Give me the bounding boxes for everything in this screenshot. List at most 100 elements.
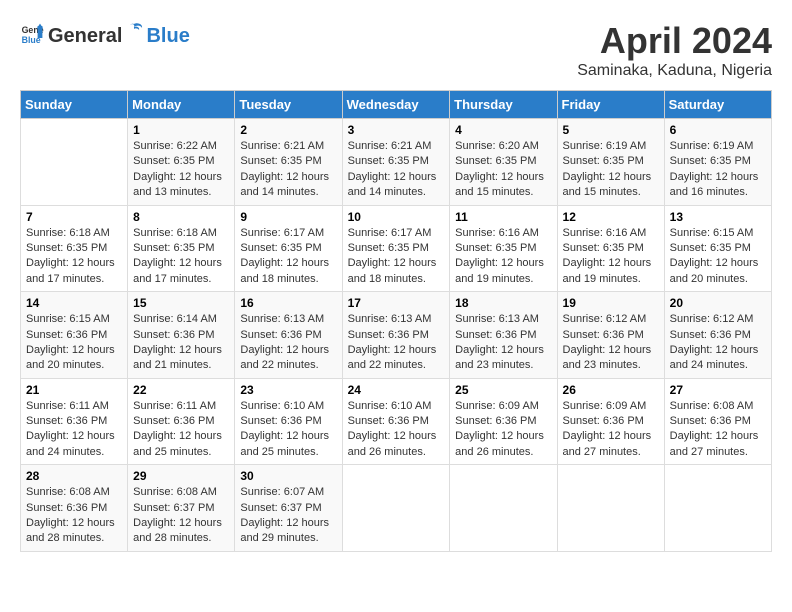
day-number: 4 xyxy=(455,123,551,137)
day-info: Sunrise: 6:15 AM Sunset: 6:36 PM Dayligh… xyxy=(26,312,122,374)
day-info: Sunrise: 6:19 AM Sunset: 6:35 PM Dayligh… xyxy=(563,139,659,201)
day-cell: 26 Sunrise: 6:09 AM Sunset: 6:36 PM Dayli… xyxy=(557,378,664,465)
day-cell: 30 Sunrise: 6:07 AM Sunset: 6:37 PM Dayli… xyxy=(235,465,342,552)
day-number: 14 xyxy=(26,296,122,310)
day-info: Sunrise: 6:07 AM Sunset: 6:37 PM Dayligh… xyxy=(240,485,336,547)
day-number: 10 xyxy=(348,210,445,224)
column-header-friday: Friday xyxy=(557,91,664,119)
column-header-sunday: Sunday xyxy=(21,91,128,119)
day-number: 16 xyxy=(240,296,336,310)
day-info: Sunrise: 6:12 AM Sunset: 6:36 PM Dayligh… xyxy=(670,312,766,374)
day-number: 21 xyxy=(26,383,122,397)
day-cell: 24 Sunrise: 6:10 AM Sunset: 6:36 PM Dayli… xyxy=(342,378,450,465)
day-cell: 27Sunrise: 6:08 AM Sunset: 6:36 PM Dayli… xyxy=(664,378,771,465)
week-row-1: 1 Sunrise: 6:22 AM Sunset: 6:35 PM Daylig… xyxy=(21,119,772,206)
day-info: Sunrise: 6:08 AM Sunset: 6:36 PM Dayligh… xyxy=(26,485,122,547)
day-info: Sunrise: 6:19 AM Sunset: 6:35 PM Dayligh… xyxy=(670,139,766,201)
day-info: Sunrise: 6:20 AM Sunset: 6:35 PM Dayligh… xyxy=(455,139,551,201)
day-number: 29 xyxy=(133,469,229,483)
day-cell: 16 Sunrise: 6:13 AM Sunset: 6:36 PM Dayli… xyxy=(235,292,342,379)
day-info: Sunrise: 6:14 AM Sunset: 6:36 PM Dayligh… xyxy=(133,312,229,374)
day-cell xyxy=(21,119,128,206)
day-info: Sunrise: 6:18 AM Sunset: 6:35 PM Dayligh… xyxy=(26,226,122,288)
day-info: Sunrise: 6:09 AM Sunset: 6:36 PM Dayligh… xyxy=(455,399,551,461)
logo-bird-icon xyxy=(123,20,145,42)
day-number: 18 xyxy=(455,296,551,310)
day-info: Sunrise: 6:15 AM Sunset: 6:35 PM Dayligh… xyxy=(670,226,766,288)
day-cell: 21 Sunrise: 6:11 AM Sunset: 6:36 PM Dayli… xyxy=(21,378,128,465)
day-info: Sunrise: 6:09 AM Sunset: 6:36 PM Dayligh… xyxy=(563,399,659,461)
day-cell: 19Sunrise: 6:12 AM Sunset: 6:36 PM Dayli… xyxy=(557,292,664,379)
week-row-2: 7 Sunrise: 6:18 AM Sunset: 6:35 PM Daylig… xyxy=(21,205,772,292)
week-row-3: 14 Sunrise: 6:15 AM Sunset: 6:36 PM Dayli… xyxy=(21,292,772,379)
day-number: 8 xyxy=(133,210,229,224)
day-number: 24 xyxy=(348,383,445,397)
day-cell: 1 Sunrise: 6:22 AM Sunset: 6:35 PM Daylig… xyxy=(128,119,235,206)
logo-icon: General Blue xyxy=(20,22,44,46)
week-row-5: 28Sunrise: 6:08 AM Sunset: 6:36 PM Dayli… xyxy=(21,465,772,552)
day-info: Sunrise: 6:08 AM Sunset: 6:36 PM Dayligh… xyxy=(670,399,766,461)
column-header-saturday: Saturday xyxy=(664,91,771,119)
day-cell xyxy=(664,465,771,552)
day-info: Sunrise: 6:17 AM Sunset: 6:35 PM Dayligh… xyxy=(240,226,336,288)
day-info: Sunrise: 6:13 AM Sunset: 6:36 PM Dayligh… xyxy=(348,312,445,374)
day-info: Sunrise: 6:16 AM Sunset: 6:35 PM Dayligh… xyxy=(563,226,659,288)
day-info: Sunrise: 6:13 AM Sunset: 6:36 PM Dayligh… xyxy=(240,312,336,374)
day-cell: 25 Sunrise: 6:09 AM Sunset: 6:36 PM Dayli… xyxy=(450,378,557,465)
day-cell: 3 Sunrise: 6:21 AM Sunset: 6:35 PM Daylig… xyxy=(342,119,450,206)
day-number: 12 xyxy=(563,210,659,224)
day-cell: 6 Sunrise: 6:19 AM Sunset: 6:35 PM Daylig… xyxy=(664,119,771,206)
calendar-table: SundayMondayTuesdayWednesdayThursdayFrid… xyxy=(20,90,772,552)
column-header-thursday: Thursday xyxy=(450,91,557,119)
logo: General Blue General Blue xyxy=(20,20,190,48)
day-number: 5 xyxy=(563,123,659,137)
day-cell: 12 Sunrise: 6:16 AM Sunset: 6:35 PM Dayli… xyxy=(557,205,664,292)
day-number: 11 xyxy=(455,210,551,224)
day-info: Sunrise: 6:21 AM Sunset: 6:35 PM Dayligh… xyxy=(240,139,336,201)
day-cell: 13 Sunrise: 6:15 AM Sunset: 6:35 PM Dayli… xyxy=(664,205,771,292)
day-number: 9 xyxy=(240,210,336,224)
day-cell: 28Sunrise: 6:08 AM Sunset: 6:36 PM Dayli… xyxy=(21,465,128,552)
day-cell xyxy=(342,465,450,552)
day-cell: 18 Sunrise: 6:13 AM Sunset: 6:36 PM Dayli… xyxy=(450,292,557,379)
main-title: April 2024 xyxy=(577,20,772,62)
logo-blue-text: Blue xyxy=(146,25,189,48)
logo-general-text: General xyxy=(48,25,122,48)
day-info: Sunrise: 6:11 AM Sunset: 6:36 PM Dayligh… xyxy=(133,399,229,461)
day-info: Sunrise: 6:22 AM Sunset: 6:35 PM Dayligh… xyxy=(133,139,229,201)
calendar-body: 1 Sunrise: 6:22 AM Sunset: 6:35 PM Daylig… xyxy=(21,119,772,552)
day-number: 30 xyxy=(240,469,336,483)
day-info: Sunrise: 6:18 AM Sunset: 6:35 PM Dayligh… xyxy=(133,226,229,288)
day-number: 13 xyxy=(670,210,766,224)
day-number: 26 xyxy=(563,383,659,397)
day-cell: 29Sunrise: 6:08 AM Sunset: 6:37 PM Dayli… xyxy=(128,465,235,552)
day-info: Sunrise: 6:13 AM Sunset: 6:36 PM Dayligh… xyxy=(455,312,551,374)
day-info: Sunrise: 6:10 AM Sunset: 6:36 PM Dayligh… xyxy=(348,399,445,461)
day-info: Sunrise: 6:21 AM Sunset: 6:35 PM Dayligh… xyxy=(348,139,445,201)
day-cell: 2 Sunrise: 6:21 AM Sunset: 6:35 PM Daylig… xyxy=(235,119,342,206)
day-cell: 11 Sunrise: 6:16 AM Sunset: 6:35 PM Dayli… xyxy=(450,205,557,292)
day-info: Sunrise: 6:17 AM Sunset: 6:35 PM Dayligh… xyxy=(348,226,445,288)
day-info: Sunrise: 6:11 AM Sunset: 6:36 PM Dayligh… xyxy=(26,399,122,461)
day-cell: 9 Sunrise: 6:17 AM Sunset: 6:35 PM Daylig… xyxy=(235,205,342,292)
day-number: 17 xyxy=(348,296,445,310)
day-number: 1 xyxy=(133,123,229,137)
day-number: 7 xyxy=(26,210,122,224)
day-info: Sunrise: 6:10 AM Sunset: 6:36 PM Dayligh… xyxy=(240,399,336,461)
day-cell: 15Sunrise: 6:14 AM Sunset: 6:36 PM Dayli… xyxy=(128,292,235,379)
week-row-4: 21 Sunrise: 6:11 AM Sunset: 6:36 PM Dayli… xyxy=(21,378,772,465)
day-cell: 7 Sunrise: 6:18 AM Sunset: 6:35 PM Daylig… xyxy=(21,205,128,292)
day-number: 6 xyxy=(670,123,766,137)
day-cell: 17 Sunrise: 6:13 AM Sunset: 6:36 PM Dayli… xyxy=(342,292,450,379)
column-header-monday: Monday xyxy=(128,91,235,119)
day-number: 25 xyxy=(455,383,551,397)
column-header-tuesday: Tuesday xyxy=(235,91,342,119)
day-cell: 5 Sunrise: 6:19 AM Sunset: 6:35 PM Daylig… xyxy=(557,119,664,206)
day-cell: 20Sunrise: 6:12 AM Sunset: 6:36 PM Dayli… xyxy=(664,292,771,379)
calendar-header-row: SundayMondayTuesdayWednesdayThursdayFrid… xyxy=(21,91,772,119)
day-cell: 23Sunrise: 6:10 AM Sunset: 6:36 PM Dayli… xyxy=(235,378,342,465)
day-number: 3 xyxy=(348,123,445,137)
day-info: Sunrise: 6:16 AM Sunset: 6:35 PM Dayligh… xyxy=(455,226,551,288)
day-number: 19 xyxy=(563,296,659,310)
day-number: 2 xyxy=(240,123,336,137)
